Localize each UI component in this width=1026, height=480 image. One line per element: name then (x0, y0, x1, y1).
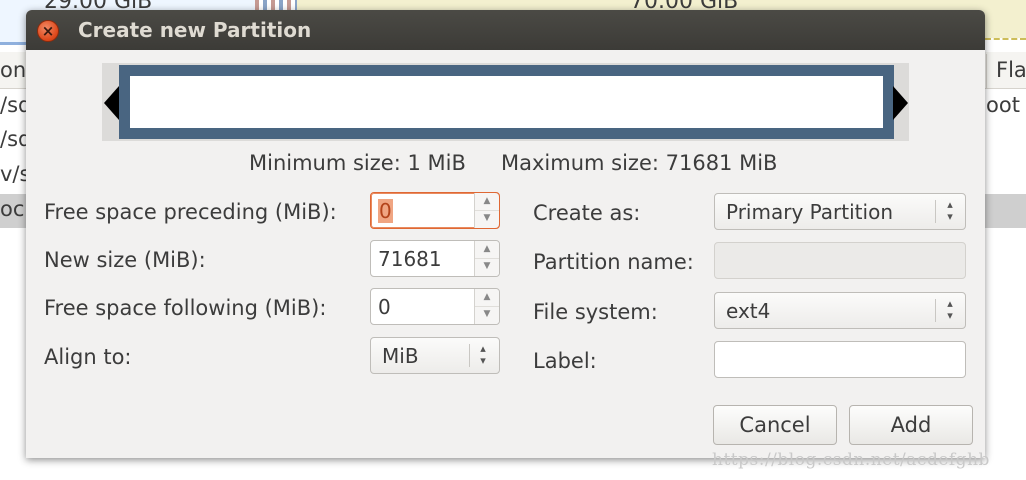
add-button[interactable]: Add (849, 405, 973, 445)
file-system-select[interactable]: ext4 ▴ ▾ (714, 292, 966, 329)
decrement-icon[interactable]: ▼ (475, 210, 499, 227)
combo-separator (935, 200, 936, 223)
align-to-select[interactable]: MiB ▴ ▾ (370, 337, 500, 374)
up-down-arrow-icon: ▴ ▾ (947, 297, 953, 322)
create-as-select[interactable]: Primary Partition ▴ ▾ (714, 193, 966, 230)
free-space-preceding-label: Free space preceding (MiB): (44, 200, 337, 224)
free-space-preceding-input[interactable]: 0 (378, 199, 393, 223)
increment-icon[interactable]: ▲ (475, 241, 499, 259)
decrement-icon[interactable]: ▼ (475, 258, 499, 275)
new-size-label: New size (MiB): (44, 248, 206, 272)
new-size-spinner[interactable]: 71681 ▲ ▼ (370, 240, 500, 277)
free-space-preceding-value: 0 (378, 199, 393, 223)
up-down-arrow-icon: ▴ ▾ (480, 342, 486, 367)
combo-separator (935, 299, 936, 322)
create-as-value: Primary Partition (726, 200, 893, 224)
background-header-col1: on (0, 58, 27, 82)
minimum-size-label: Minimum size: 1 MiB (249, 151, 466, 175)
free-space-following-input[interactable]: 0 (378, 295, 391, 319)
background-row-cell: oc (0, 197, 25, 221)
maximum-size-label: Maximum size: 71681 MiB (501, 151, 778, 175)
close-button[interactable]: × (37, 20, 59, 42)
free-space-following-label: Free space following (MiB): (44, 296, 327, 320)
label-input[interactable] (714, 341, 966, 378)
cancel-button[interactable]: Cancel (713, 405, 837, 445)
spinner-arrows: ▲ ▼ (474, 193, 499, 228)
free-space-following-spinner[interactable]: 0 ▲ ▼ (370, 288, 500, 325)
align-to-value: MiB (382, 344, 419, 368)
create-as-label: Create as: (533, 201, 641, 225)
resize-handle-left-icon[interactable] (104, 86, 119, 120)
partition-size-bar-fill (130, 76, 883, 128)
create-partition-dialog: × Create new Partition Minimum size: 1 M… (26, 10, 985, 458)
align-to-label: Align to: (44, 345, 132, 369)
partition-name-input[interactable] (714, 242, 966, 279)
label-field-label: Label: (533, 349, 597, 373)
up-down-arrow-icon: ▴ ▾ (947, 198, 953, 223)
close-icon: × (41, 22, 55, 40)
dialog-title: Create new Partition (78, 18, 312, 42)
file-system-value: ext4 (726, 299, 771, 323)
background-header-separator (986, 54, 987, 88)
increment-icon[interactable]: ▲ (475, 289, 499, 307)
background-header-flags: Fla (996, 58, 1026, 82)
resize-handle-right-icon[interactable] (893, 86, 908, 120)
watermark-text: https://blog.csdn.net/acdefghb (712, 450, 990, 470)
new-size-input[interactable]: 71681 (378, 247, 442, 271)
spinner-arrows: ▲ ▼ (474, 289, 499, 324)
increment-icon[interactable]: ▲ (475, 193, 499, 211)
free-space-preceding-spinner[interactable]: 0 ▲ ▼ (370, 192, 500, 229)
background-row-cell: oot (986, 93, 1020, 117)
spinner-arrows: ▲ ▼ (474, 241, 499, 276)
partition-name-label: Partition name: (533, 250, 694, 274)
decrement-icon[interactable]: ▼ (475, 306, 499, 323)
file-system-label: File system: (533, 300, 658, 324)
background-dashed-line (985, 38, 1026, 40)
dialog-titlebar[interactable]: × Create new Partition (26, 10, 985, 50)
combo-separator (469, 344, 470, 367)
